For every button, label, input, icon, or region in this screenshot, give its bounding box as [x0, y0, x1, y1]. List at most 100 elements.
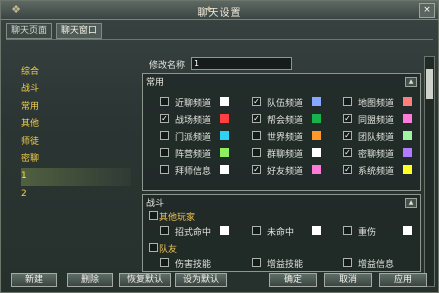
battle-option-label: 增益技能: [267, 260, 304, 270]
chevron-up-icon[interactable]: ▲: [405, 77, 417, 87]
channel-color-swatch[interactable]: [403, 131, 412, 140]
battle-option-color-swatch[interactable]: [403, 226, 412, 235]
channel-checkbox[interactable]: [252, 131, 261, 140]
channel-checkbox[interactable]: [160, 148, 169, 157]
channel-label: 群聊频道: [267, 150, 304, 160]
list-item-general[interactable]: 综合: [21, 64, 131, 81]
battle-option-label: 重伤: [358, 228, 377, 238]
checkmark-icon: ✓: [344, 165, 351, 174]
channel-color-swatch[interactable]: [403, 148, 412, 157]
channel-checkbox[interactable]: [343, 97, 352, 106]
delete-button[interactable]: 删除: [67, 273, 113, 287]
channel-color-swatch[interactable]: [403, 165, 412, 174]
channel-label: 阵营频道: [175, 150, 212, 160]
settings-scrollbar[interactable]: [424, 56, 435, 287]
battle-option-label: 招式命中: [175, 228, 212, 238]
list-item-battle[interactable]: 战斗: [21, 81, 131, 98]
new-button[interactable]: 新建: [11, 273, 57, 287]
rename-input[interactable]: 1: [191, 57, 292, 70]
group-checkbox-teammates[interactable]: [149, 243, 158, 252]
tab-chat-page[interactable]: 聊天页面: [6, 23, 53, 39]
channel-label: 同盟频道: [358, 116, 395, 126]
apply-button[interactable]: 应用: [379, 273, 427, 287]
channel-label: 世界频道: [267, 133, 304, 143]
battle-option-label: 增益信息: [358, 260, 395, 270]
channel-label: 帮会频道: [267, 116, 304, 126]
list-item-custom-1[interactable]: 1: [21, 168, 131, 186]
cancel-button[interactable]: 取消: [324, 273, 372, 287]
restore-default-button[interactable]: 恢复默认: [119, 273, 171, 287]
channel-checkbox[interactable]: ✓: [252, 114, 261, 123]
channel-color-swatch[interactable]: [403, 97, 412, 106]
battle-option-label: 伤害技能: [175, 260, 212, 270]
channel-checkbox[interactable]: ✓: [160, 114, 169, 123]
title-bar[interactable]: ❖ ✦ 聊天设置 ×: [1, 1, 438, 20]
checkmark-icon: ✓: [253, 114, 260, 123]
battle-option-checkbox[interactable]: [343, 226, 352, 235]
channel-checkbox[interactable]: ✓: [252, 97, 261, 106]
channel-label: 近聊频道: [175, 99, 212, 109]
chat-page-list: 综合 战斗 常用 其他 师徒 密聊 1 2: [21, 64, 131, 203]
rename-label: 修改名称: [149, 61, 186, 71]
channel-color-swatch[interactable]: [220, 114, 229, 123]
channel-color-swatch[interactable]: [312, 97, 321, 106]
window-title: 聊天设置: [197, 8, 242, 19]
common-panel-header: 常用: [146, 78, 165, 88]
channel-checkbox[interactable]: [160, 97, 169, 106]
close-icon: ×: [423, 5, 431, 15]
channel-label: 门派频道: [175, 133, 212, 143]
channel-label: 好友频道: [267, 167, 304, 177]
battle-option-checkbox[interactable]: [252, 258, 261, 267]
checkmark-icon: ✓: [344, 148, 351, 157]
battle-panel-header: 战斗: [146, 199, 165, 209]
list-item-mentor[interactable]: 师徒: [21, 134, 131, 151]
list-item-other[interactable]: 其他: [21, 116, 131, 133]
checkmark-icon: ✓: [253, 165, 260, 174]
battle-option-checkbox[interactable]: [160, 226, 169, 235]
channel-checkbox[interactable]: ✓: [343, 114, 352, 123]
chevron-up-icon[interactable]: ▲: [405, 198, 417, 208]
channel-color-swatch[interactable]: [220, 148, 229, 157]
battle-option-checkbox[interactable]: [160, 258, 169, 267]
scrollbar-thumb[interactable]: [426, 69, 433, 99]
channel-color-swatch[interactable]: [403, 114, 412, 123]
channel-label: 团队频道: [358, 133, 395, 143]
channel-checkbox[interactable]: ✓: [252, 165, 261, 174]
checkmark-icon: ✓: [344, 114, 351, 123]
battle-option-color-swatch[interactable]: [220, 226, 229, 235]
ok-button[interactable]: 确定: [269, 273, 317, 287]
channel-color-swatch[interactable]: [220, 165, 229, 174]
tab-bar: 聊天页面 聊天窗口: [6, 23, 103, 39]
channel-checkbox[interactable]: ✓: [343, 165, 352, 174]
channel-color-swatch[interactable]: [312, 165, 321, 174]
channel-color-swatch[interactable]: [312, 114, 321, 123]
channel-label: 队伍频道: [267, 99, 304, 109]
battle-option-label: 未命中: [267, 228, 295, 238]
group-checkbox-other-players[interactable]: [149, 211, 158, 220]
channel-checkbox[interactable]: ✓: [343, 148, 352, 157]
channel-color-swatch[interactable]: [220, 131, 229, 140]
list-item-common[interactable]: 常用: [21, 99, 131, 116]
teammates-title: 队友: [159, 245, 178, 255]
battle-option-checkbox[interactable]: [343, 258, 352, 267]
channel-checkbox[interactable]: [160, 131, 169, 140]
channel-checkbox[interactable]: ✓: [343, 131, 352, 140]
battle-option-checkbox[interactable]: [252, 226, 261, 235]
tab-divider: [6, 39, 433, 40]
channel-label: 地图频道: [358, 99, 395, 109]
list-item-custom-2[interactable]: 2: [21, 186, 131, 203]
channel-color-swatch[interactable]: [312, 131, 321, 140]
chat-settings-window: ❖ ✦ 聊天设置 × 聊天页面 聊天窗口 综合 战斗 常用 其他 师徒 密聊 1…: [0, 0, 439, 293]
channel-color-swatch[interactable]: [312, 148, 321, 157]
channel-color-swatch[interactable]: [220, 97, 229, 106]
close-button[interactable]: ×: [419, 3, 435, 18]
list-item-whisper[interactable]: 密聊: [21, 151, 131, 168]
set-default-button[interactable]: 设为默认: [175, 273, 227, 287]
channel-label: 密聊频道: [358, 150, 395, 160]
channel-checkbox[interactable]: [160, 165, 169, 174]
channel-label: 拜师信息: [175, 167, 212, 177]
tab-chat-window[interactable]: 聊天窗口: [55, 23, 102, 39]
channel-checkbox[interactable]: [252, 148, 261, 157]
channel-label: 战场频道: [175, 116, 212, 126]
battle-option-color-swatch[interactable]: [312, 226, 321, 235]
